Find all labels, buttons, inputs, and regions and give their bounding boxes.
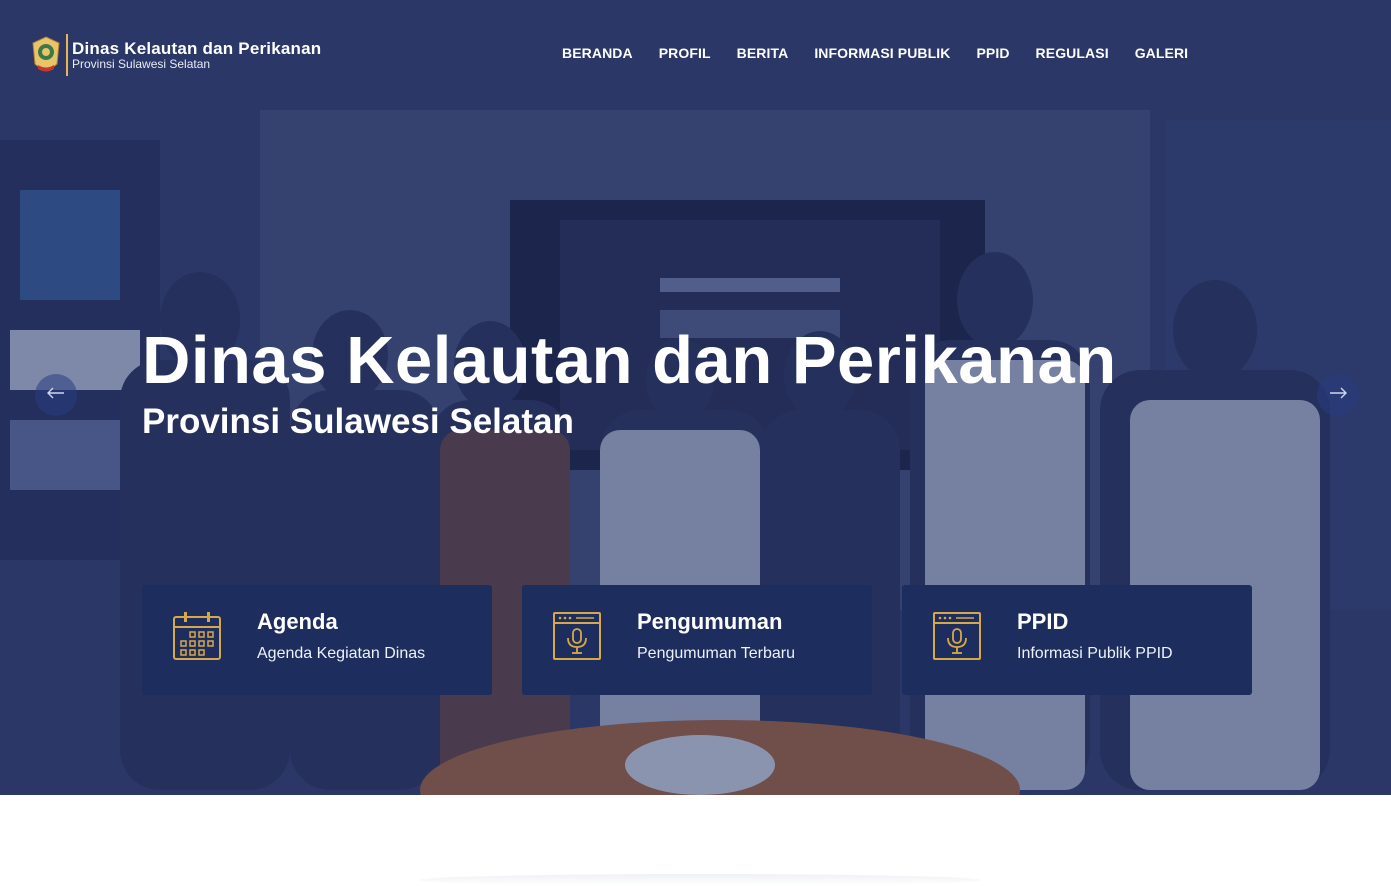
- page: Dinas Kelautan dan Perikanan Provinsi Su…: [0, 0, 1391, 886]
- microphone-window-icon: [552, 611, 602, 661]
- hero-subtitle: Provinsi Sulawesi Selatan: [142, 402, 574, 441]
- arrow-right-icon: [1329, 386, 1347, 404]
- card-ppid[interactable]: PPID Informasi Publik PPID: [902, 585, 1252, 695]
- card-pengumuman[interactable]: Pengumuman Pengumuman Terbaru: [522, 585, 872, 695]
- card-title: Agenda: [257, 609, 338, 634]
- logo-subtitle: Provinsi Sulawesi Selatan: [72, 57, 211, 71]
- nav-item-profil[interactable]: PROFIL: [659, 45, 711, 61]
- site-header: Dinas Kelautan dan Perikanan Provinsi Su…: [0, 0, 1391, 110]
- slider-next-button[interactable]: [1317, 374, 1359, 416]
- card-title: Pengumuman: [637, 609, 783, 634]
- nav-item-ppid[interactable]: PPID: [976, 45, 1009, 61]
- logo-divider: [66, 34, 68, 76]
- card-description: Agenda Kegiatan Dinas: [257, 645, 426, 662]
- next-section-shadow: [420, 874, 980, 886]
- main-nav: BERANDA PROFIL BERITA INFORMASI PUBLIK P…: [562, 45, 1188, 61]
- card-title: PPID: [1017, 609, 1069, 634]
- slider-prev-button[interactable]: [35, 374, 77, 416]
- calendar-icon: [172, 611, 222, 661]
- site-logo[interactable]: Dinas Kelautan dan Perikanan Provinsi Su…: [30, 34, 321, 76]
- logo-text: Dinas Kelautan dan Perikanan Provinsi Su…: [72, 39, 321, 71]
- card-agenda[interactable]: Agenda Agenda Kegiatan Dinas: [142, 585, 492, 695]
- provincial-emblem-icon: [30, 34, 62, 76]
- nav-item-regulasi[interactable]: REGULASI: [1036, 45, 1109, 61]
- hero-title: Dinas Kelautan dan Perikanan: [142, 323, 1117, 398]
- logo-title: Dinas Kelautan dan Perikanan: [72, 39, 322, 58]
- nav-item-galeri[interactable]: GALERI: [1135, 45, 1189, 61]
- arrow-left-icon: [47, 386, 65, 404]
- card-description: Pengumuman Terbaru: [637, 645, 796, 662]
- card-description: Informasi Publik PPID: [1017, 645, 1173, 662]
- nav-item-berita[interactable]: BERITA: [737, 45, 789, 61]
- microphone-window-icon: [932, 611, 982, 661]
- nav-item-beranda[interactable]: BERANDA: [562, 45, 633, 61]
- nav-item-informasi-publik[interactable]: INFORMASI PUBLIK: [814, 45, 950, 61]
- hero-slider: Dinas Kelautan dan Perikanan Provinsi Su…: [0, 0, 1391, 795]
